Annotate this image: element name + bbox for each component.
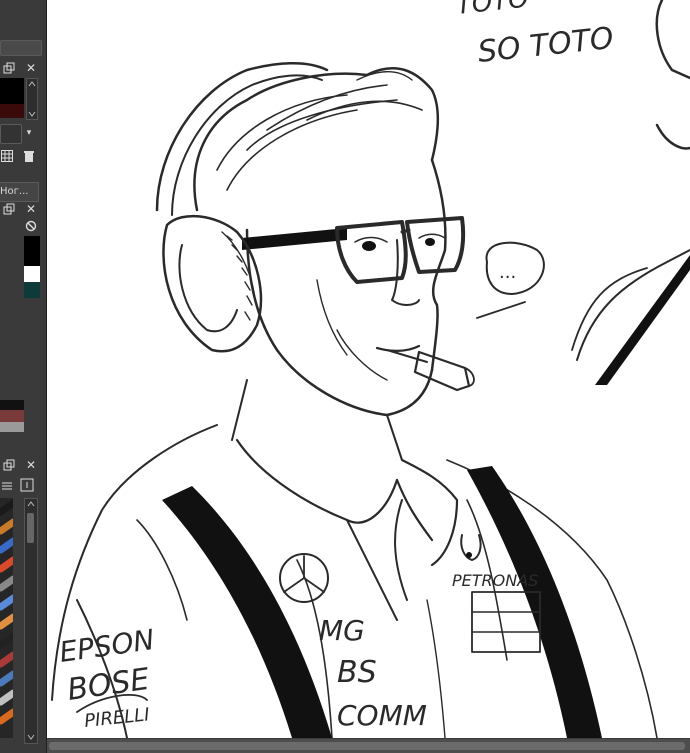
patch-petronas: PETRONAS	[452, 571, 538, 590]
color-scrollbar[interactable]	[26, 78, 38, 120]
color-history-swatch[interactable]	[24, 236, 40, 266]
palette-swatch[interactable]	[0, 410, 24, 422]
brush-preset-thumbnail[interactable]	[0, 612, 13, 631]
brush-preset-thumbnail[interactable]	[0, 574, 13, 593]
close-icon[interactable]: ✕	[24, 459, 38, 473]
chevron-down-icon[interactable]: ▾	[22, 127, 36, 141]
palette-swatch[interactable]	[0, 422, 24, 432]
docker-title-bar[interactable]	[0, 40, 42, 56]
close-icon[interactable]: ✕	[24, 203, 38, 217]
sketch-artwork: ТОТО SO TOTO ... PETRONAS MG BS COMM EPS…	[51, 0, 690, 738]
canvas-horizontal-scrollbar[interactable]	[47, 738, 690, 753]
foreground-color-swatch[interactable]	[0, 78, 24, 104]
brush-preset-thumbnail[interactable]	[0, 498, 13, 517]
patch-bose: BOSE	[65, 662, 151, 708]
palette-swatch[interactable]	[0, 400, 24, 410]
list-view-icon[interactable]	[0, 480, 14, 494]
docker-tab-brush-presets[interactable]: Ног...	[0, 182, 39, 202]
float-window-icon[interactable]	[2, 203, 16, 217]
handwritten-text-sototo: SO TOTO	[476, 21, 615, 70]
scrollbar-thumb[interactable]	[49, 742, 685, 750]
krita-window: ✕ ▾ Ног... ✕ ✕ ТОТО SO TOTO ... PETRONAS…	[0, 0, 690, 753]
patch-bs: BS	[337, 655, 377, 690]
left-suspender	[162, 486, 332, 738]
drawing-canvas[interactable]: ТОТО SO TOTO ... PETRONAS MG BS COMM EPS…	[47, 0, 690, 738]
brush-preset-thumbnail[interactable]	[0, 688, 13, 707]
speech-bubble: ...	[476, 241, 545, 319]
background-color-swatch[interactable]	[0, 104, 24, 118]
patch-pirelli: PIRELLI	[83, 704, 150, 732]
brush-presets-scrollbar[interactable]	[24, 498, 38, 744]
color-mode-select[interactable]	[0, 124, 22, 144]
brush-preset-thumbnail[interactable]	[0, 555, 13, 574]
headset-microphone	[386, 349, 475, 392]
patch-amg: MG	[319, 614, 365, 647]
brush-preset-thumbnail[interactable]	[0, 650, 13, 669]
patch-comm: COMM	[337, 699, 427, 732]
mercedes-logo	[279, 553, 329, 603]
handwritten-text-top: ТОТО	[455, 0, 530, 21]
tag-menu-icon[interactable]	[20, 478, 34, 492]
color-history-swatch[interactable]	[24, 266, 40, 282]
brush-preset-thumbnail[interactable]	[0, 593, 13, 612]
prohibit-icon[interactable]	[24, 220, 38, 234]
brush-preset-thumbnail[interactable]	[0, 669, 13, 688]
grid-icon[interactable]	[0, 150, 14, 164]
close-icon[interactable]: ✕	[24, 62, 38, 76]
speech-bubble-dots: ...	[499, 262, 516, 283]
brush-preset-thumbnail[interactable]	[0, 536, 13, 555]
brush-preset-thumbnail[interactable]	[0, 707, 13, 726]
float-window-icon[interactable]	[2, 62, 16, 76]
brush-preset-thumbnail[interactable]	[0, 631, 13, 650]
hair	[193, 66, 440, 212]
face	[231, 158, 447, 461]
color-history-swatch[interactable]	[24, 282, 40, 298]
float-window-icon[interactable]	[2, 459, 16, 473]
left-docker-panel: ✕ ▾ Ног... ✕ ✕	[0, 0, 47, 753]
trash-icon[interactable]	[22, 150, 36, 164]
brush-presets-list[interactable]	[0, 498, 13, 738]
glasses	[242, 216, 466, 284]
brush-preset-thumbnail[interactable]	[0, 517, 13, 536]
